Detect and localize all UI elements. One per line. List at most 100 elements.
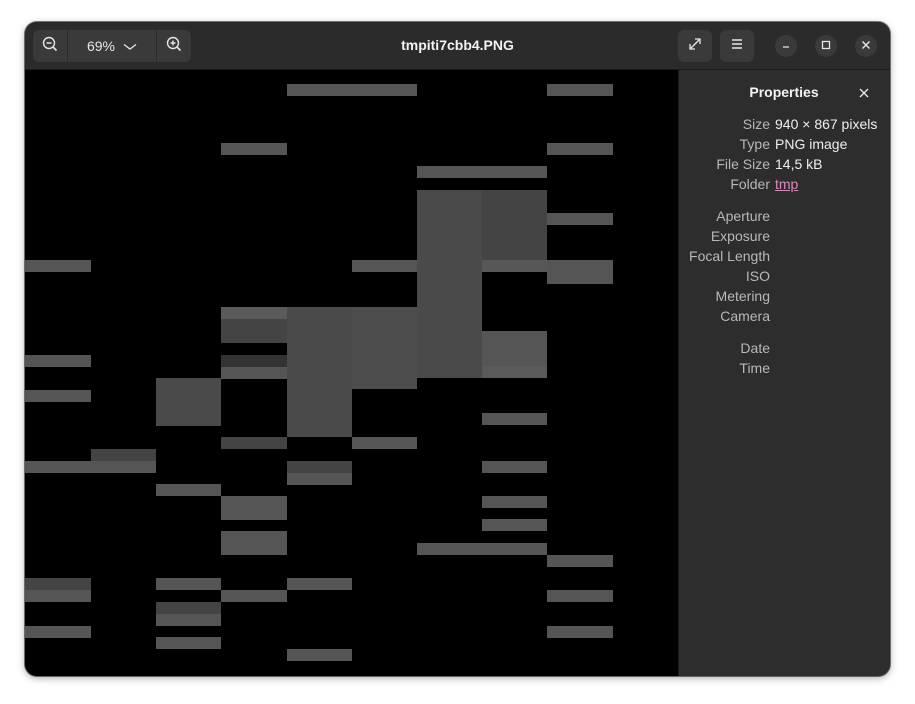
image-cell [547,590,613,602]
image-cell [482,496,547,508]
close-icon [859,85,869,103]
image-cell [221,496,287,520]
image-cell [547,626,613,638]
image-cell [482,190,547,260]
property-focal-length: Focal Length [679,248,890,268]
minimize-icon [781,37,791,55]
close-properties-button[interactable] [855,85,873,103]
property-size: Size 940 × 867 pixels [679,116,890,136]
minimize-button[interactable] [775,35,797,57]
property-label: Focal Length [689,248,770,264]
image-cell [221,437,287,449]
image-cell [287,461,352,473]
zoom-controls: 69% [33,30,191,62]
properties-panel: Properties Size 940 × 867 pixels Type PN… [678,70,890,676]
image-cell [352,307,417,389]
fullscreen-icon [688,37,702,56]
main-menu-button[interactable] [720,30,754,62]
property-date: Date [679,340,890,360]
image-cell [417,166,547,178]
image-cell [156,578,221,590]
folder-link[interactable]: tmp [775,176,798,192]
property-label: Metering [715,288,770,304]
property-camera: Camera [679,308,890,328]
image-cell [91,449,156,461]
image-viewer-window: 69% tmpiti7cbb4.PNG Properties Size 940 … [25,22,890,676]
property-value: 14,5 kB [775,156,823,172]
displayed-image [25,84,613,661]
image-cell [25,590,91,602]
image-cell [547,555,613,567]
image-cell [156,637,221,649]
zoom-in-button[interactable] [157,30,191,62]
property-label: Date [740,340,770,356]
property-exposure: Exposure [679,228,890,248]
header-bar: 69% tmpiti7cbb4.PNG [25,22,890,70]
fullscreen-button[interactable] [678,30,712,62]
image-cell [482,461,547,473]
image-cell [547,84,613,96]
zoom-out-icon [42,36,58,57]
property-label: File Size [716,156,770,172]
zoom-level-value: 69% [86,38,116,54]
property-type: Type PNG image [679,136,890,156]
image-cell [25,626,91,638]
image-cell [547,143,613,155]
image-cell [221,307,287,319]
image-cell [482,260,547,272]
property-folder: Folder tmp [679,176,890,196]
image-cell [221,355,287,367]
property-label: Exposure [710,228,770,244]
image-cell [221,590,287,602]
image-cell [221,319,287,343]
image-cell [156,602,221,614]
image-cell [221,531,287,555]
image-cell [482,366,547,378]
image-cell [221,143,287,155]
property-label: Folder [730,176,770,192]
image-cell [25,390,91,402]
image-cell [156,378,221,426]
property-label: Aperture [716,208,770,224]
maximize-button[interactable] [815,35,837,57]
close-window-button[interactable] [855,35,877,57]
property-label: Size [742,116,770,132]
close-icon [861,37,871,55]
property-aperture: Aperture [679,208,890,228]
image-cell [417,543,547,555]
image-cell [25,461,156,473]
property-metering: Metering [679,288,890,308]
zoom-out-button[interactable] [33,30,67,62]
image-cell [156,614,221,626]
image-cell [417,190,482,378]
property-file-size: File Size 14,5 kB [679,156,890,176]
image-cell [547,260,613,284]
property-value: PNG image [775,136,848,152]
property-label: Type [739,136,770,152]
image-cell [482,331,547,366]
image-cell [287,307,352,437]
zoom-level-dropdown[interactable]: 69% [68,30,156,62]
chevron-down-icon [123,38,137,54]
hamburger-menu-icon [730,37,744,55]
image-cell [25,260,91,272]
image-cell [287,84,417,96]
image-cell [287,578,352,590]
property-label: ISO [745,268,770,284]
image-cell [547,213,613,225]
image-cell [25,355,91,367]
property-label: Time [739,360,770,376]
property-iso: ISO [679,268,890,288]
image-cell [482,519,547,531]
image-cell [287,473,352,485]
image-canvas[interactable] [25,70,678,676]
image-cell [221,367,287,379]
zoom-in-icon [166,36,182,57]
property-value: 940 × 867 pixels [775,116,878,132]
image-cell [352,437,417,449]
image-cell [352,260,417,272]
image-cell [156,484,221,496]
maximize-icon [821,37,831,55]
image-cell [482,413,547,425]
image-cell [287,649,352,661]
